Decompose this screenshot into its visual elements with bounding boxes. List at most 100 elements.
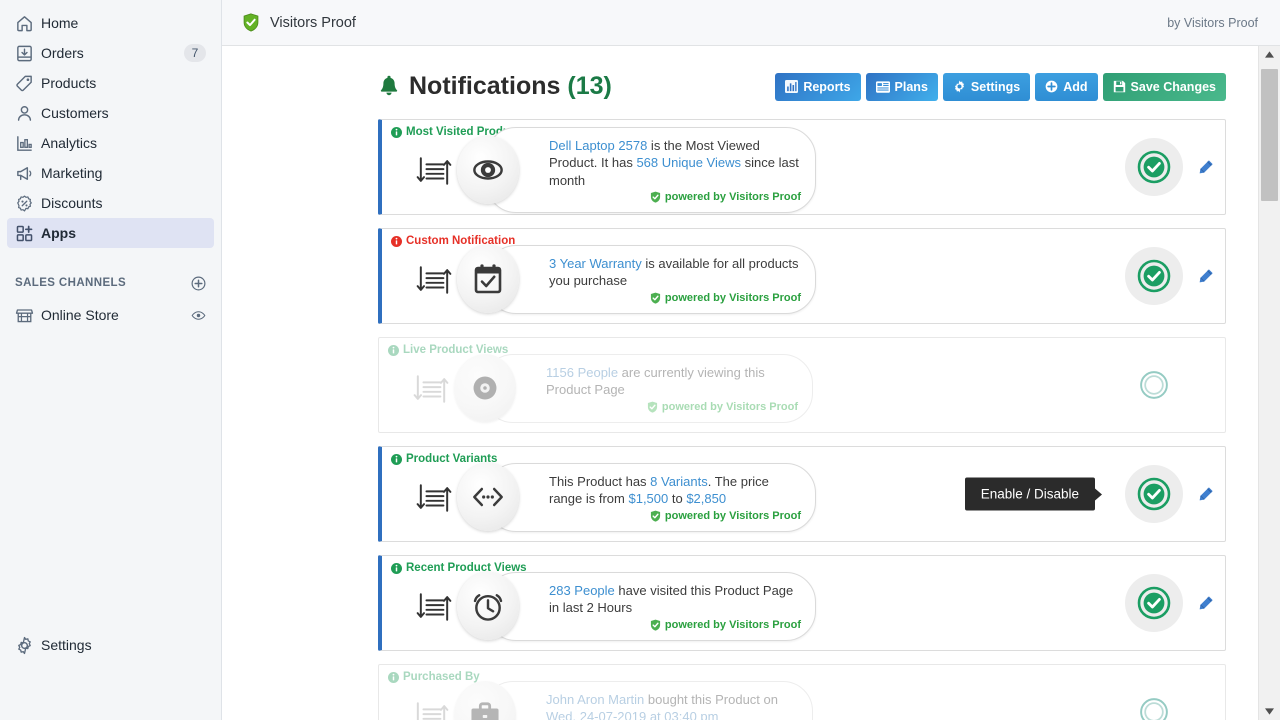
settings-button[interactable]: Settings [942, 72, 1031, 101]
person-icon [15, 104, 41, 123]
orders-icon [15, 44, 41, 63]
message-segment: bought this Product on [644, 691, 778, 707]
powered-check-icon [650, 292, 661, 304]
sidebar-channel-online-store[interactable]: Online Store [7, 300, 214, 330]
sidebar-item-label: Discounts [41, 195, 103, 211]
sidebar-item-analytics[interactable]: Analytics [7, 128, 214, 158]
powered-by-label: powered by Visitors Proof [549, 292, 801, 304]
powered-check-icon [650, 510, 661, 522]
button-label: Reports [803, 79, 851, 94]
save-changes-button[interactable]: Save Changes [1102, 72, 1226, 101]
info-circle-icon [391, 126, 402, 138]
sales-channels-title: SALES CHANNELS [15, 277, 127, 289]
record-icon [454, 354, 516, 422]
edit-pencil-icon[interactable] [1197, 268, 1215, 285]
button-label: Save Changes [1130, 79, 1216, 94]
app-root: Home Orders 7 Products Customers Analytics Mar… [0, 0, 1280, 720]
sidebar-item-label: Marketing [41, 165, 103, 181]
card-actions [1125, 247, 1225, 305]
home-icon [15, 14, 41, 33]
powered-check-icon [650, 619, 661, 631]
sidebar-item-marketing[interactable]: Marketing [7, 158, 214, 188]
sidebar-item-label-settings: Settings [41, 637, 92, 653]
edit-pencil-icon[interactable] [1197, 159, 1215, 176]
notification-card: Most Visited Product Dell Laptop 2578 is … [378, 119, 1226, 215]
reports-button[interactable]: Reports [775, 72, 861, 101]
notifications-list: Most Visited Product Dell Laptop 2578 is … [222, 119, 1258, 720]
message-segment: 8 Variants [650, 473, 708, 489]
powered-by-label: powered by Visitors Proof [549, 619, 801, 631]
card-type-label: Purchased By [388, 671, 480, 683]
alarm-clock-icon [457, 572, 519, 640]
enable-disable-tooltip: Enable / Disable [964, 477, 1095, 511]
notification-preview-bubble: 1156 People are currently viewing this P… [454, 353, 813, 423]
vertical-scrollbar[interactable] [1258, 46, 1280, 720]
plans-button[interactable]: Plans [865, 72, 938, 101]
plus-circle-icon[interactable] [191, 276, 206, 291]
sidebar-item-products[interactable]: Products [7, 68, 214, 98]
scroll-up-arrow-icon[interactable] [1259, 46, 1280, 63]
sidebar-nav: Home Orders 7 Products Customers Analytics Mar… [0, 0, 221, 248]
eye-icon[interactable] [191, 308, 206, 323]
powered-by-label: powered by Visitors Proof [549, 510, 801, 522]
enable-disable-toggle[interactable] [1125, 247, 1183, 305]
notification-count: (13) [567, 72, 612, 100]
page-content: Notifications (13) Reports Plans Settings A… [222, 46, 1258, 720]
notification-card: Recent Product Views 283 People have visi… [378, 555, 1226, 651]
preview-message: John Aron Martin bought this Product on … [546, 691, 798, 720]
sidebar-item-apps[interactable]: Apps [7, 218, 214, 248]
gear-icon [953, 80, 966, 93]
sidebar-item-home[interactable]: Home [7, 8, 214, 38]
scrollbar-track[interactable] [1259, 63, 1280, 703]
sidebar-item-label: Customers [41, 105, 109, 121]
powered-by-text: powered by Visitors Proof [661, 400, 798, 413]
sidebar-settings-row: Settings [0, 630, 222, 660]
notification-card: Custom Notification 3 Year Warranty is av… [378, 228, 1226, 324]
gear-icon [15, 636, 41, 655]
scrollbar-thumb[interactable] [1261, 69, 1278, 201]
add-button[interactable]: Add [1035, 72, 1098, 101]
message-segment: to [668, 491, 687, 506]
message-segment: Wed, 24-07-2019 at 03:40 pm [546, 709, 719, 720]
apps-icon [15, 224, 41, 243]
sidebar-item-label: Apps [41, 225, 76, 241]
preview-bubble-wrap: 3 Year Warranty is available for all pro… [457, 239, 816, 314]
variants-icon [457, 463, 519, 531]
enable-disable-toggle[interactable] [1125, 683, 1183, 720]
toolbar-buttons: Reports Plans Settings Add Save Changes [775, 72, 1226, 101]
sidebar-item-orders[interactable]: Orders 7 [7, 38, 214, 68]
preview-bubble-wrap: 283 People have visited this Product Pag… [457, 566, 816, 641]
sidebar-channel-label: Online Store [41, 307, 119, 323]
edit-pencil-icon[interactable] [1197, 595, 1215, 612]
powered-by-label: powered by Visitors Proof [549, 191, 801, 203]
notification-preview-bubble: John Aron Martin bought this Product on … [454, 680, 813, 720]
sidebar-item-discounts[interactable]: Discounts [7, 188, 214, 218]
enable-disable-toggle[interactable] [1125, 138, 1183, 196]
notification-preview-bubble: This Product has 8 Variants. The price r… [457, 462, 816, 532]
enable-disable-toggle[interactable] [1125, 574, 1183, 632]
sidebar-section-sales-channels: SALES CHANNELS [7, 270, 214, 296]
page-title-text: Notifications [409, 72, 561, 100]
scroll-down-arrow-icon[interactable] [1259, 703, 1280, 720]
enable-disable-toggle[interactable] [1125, 465, 1183, 523]
card-actions [1125, 574, 1225, 632]
bar-chart-icon [15, 134, 41, 153]
briefcase-icon [454, 681, 516, 720]
sidebar-item-label: Products [41, 75, 97, 91]
sidebar-item-settings[interactable]: Settings [7, 630, 215, 660]
enable-disable-toggle[interactable] [1125, 356, 1183, 414]
notification-card: Live Product Views 1156 People are curren… [378, 337, 1226, 433]
tag-icon [15, 74, 41, 93]
megaphone-icon [15, 164, 41, 183]
app-attribution: by Visitors Proof [1167, 15, 1258, 30]
notification-preview-bubble: 3 Year Warranty is available for all pro… [457, 244, 816, 314]
info-circle-icon [388, 671, 399, 683]
chart-icon [785, 80, 799, 93]
preview-message: Dell Laptop 2578 is the Most Viewed Prod… [549, 137, 801, 190]
preview-message: 283 People have visited this Product Pag… [549, 582, 801, 617]
message-segment: John Aron Martin [546, 691, 645, 707]
powered-by-text: powered by Visitors Proof [664, 509, 801, 522]
edit-pencil-icon[interactable] [1197, 486, 1215, 503]
sidebar-item-customers[interactable]: Customers [7, 98, 214, 128]
sidebar-item-label: Home [41, 15, 79, 31]
